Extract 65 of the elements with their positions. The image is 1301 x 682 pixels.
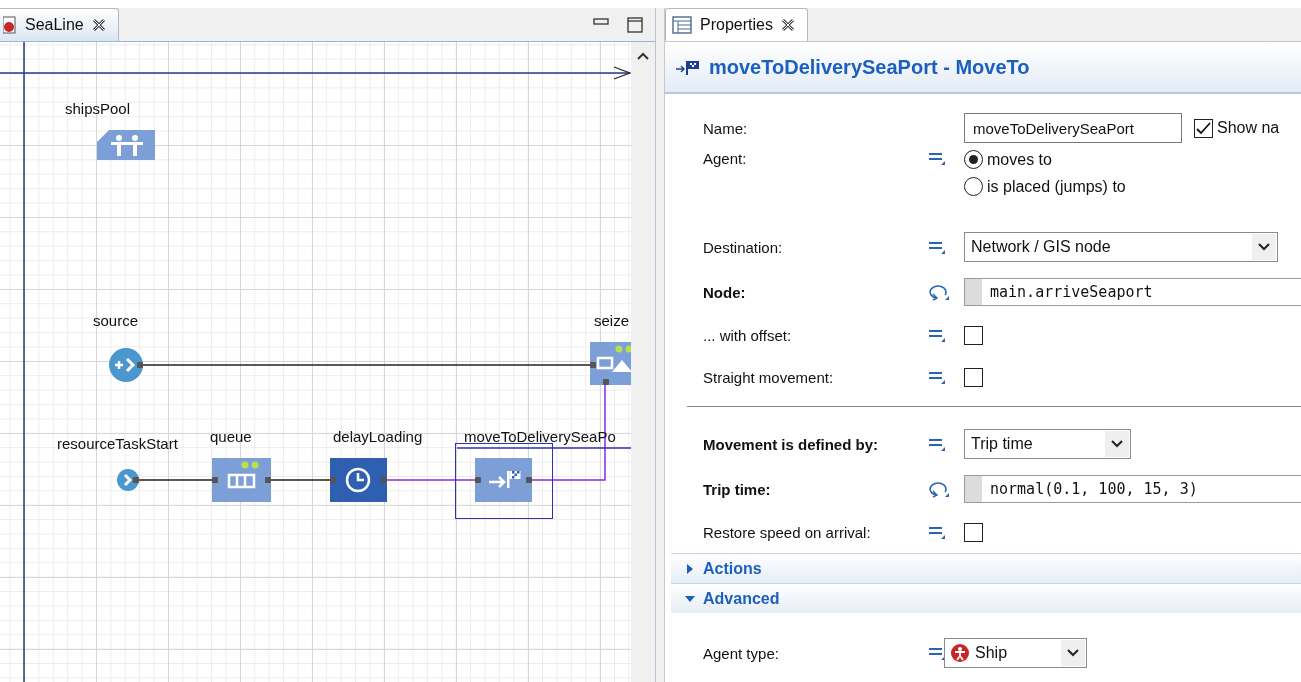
chevron-down-icon xyxy=(1111,440,1123,448)
field-label: Agent type: xyxy=(703,644,780,662)
checkmark-icon xyxy=(1196,121,1211,135)
section-header[interactable]: Advanced xyxy=(671,583,1301,613)
editor-tab[interactable]: SeaLine xyxy=(0,8,119,41)
dropdown[interactable]: Trip time xyxy=(964,429,1131,459)
move-to-block-icon xyxy=(475,458,532,502)
maximize-icon[interactable] xyxy=(627,16,643,33)
field-label: Trip time: xyxy=(703,480,772,498)
code-field[interactable]: normal(0.1, 100, 15, 3) xyxy=(964,475,1301,503)
block-label: source xyxy=(93,312,139,329)
field-label: Agent: xyxy=(703,150,748,167)
code-field[interactable]: main.arriveSeaport xyxy=(964,278,1301,306)
block-label: queue xyxy=(210,428,252,445)
static-value-icon[interactable] xyxy=(928,369,946,385)
dynamic-value-icon[interactable] xyxy=(928,480,950,498)
close-icon[interactable] xyxy=(780,18,795,32)
field-label: Destination: xyxy=(703,238,784,256)
checkbox[interactable] xyxy=(964,367,983,387)
section-header[interactable]: Actions xyxy=(671,553,1301,583)
connector-line xyxy=(270,479,331,481)
dropdown[interactable]: Ship xyxy=(944,638,1087,668)
source-block-icon xyxy=(109,348,143,382)
checkbox[interactable] xyxy=(964,325,983,345)
block-label: delayLoading xyxy=(333,428,423,445)
resource-pool-icon xyxy=(97,130,155,160)
show-name-checkbox[interactable]: Show na xyxy=(1194,118,1280,138)
queue-block-icon xyxy=(212,458,271,502)
checkbox[interactable] xyxy=(964,522,983,542)
block-label: shipsPool xyxy=(65,100,131,117)
dropdown[interactable]: Network / GIS node xyxy=(964,232,1278,262)
static-value-icon[interactable] xyxy=(928,524,946,540)
field-label: Restore speed on arrival: xyxy=(703,523,872,541)
document-icon xyxy=(3,16,17,34)
chevron-down-icon xyxy=(1067,649,1079,657)
chevron-down-icon xyxy=(1258,243,1270,251)
enter-block-icon xyxy=(117,469,139,491)
static-value-icon[interactable] xyxy=(928,150,946,166)
field-label: Movement is defined by: xyxy=(703,435,880,453)
minimize-icon[interactable] xyxy=(593,16,609,27)
table-icon xyxy=(672,16,692,34)
delay-block-icon xyxy=(330,458,387,502)
move-to-icon xyxy=(675,58,701,76)
scroll-up-icon[interactable] xyxy=(637,52,649,60)
field-label: ... with offset: xyxy=(703,326,793,344)
caret-right-icon xyxy=(685,563,695,574)
block-label: resourceTaskStart xyxy=(57,435,178,452)
radio-option[interactable]: moves to xyxy=(964,150,1301,169)
field-label: Straight movement: xyxy=(703,368,835,386)
block-label: seize xyxy=(594,312,630,329)
radio-option[interactable]: is placed (jumps) to xyxy=(964,177,1301,196)
static-value-icon[interactable] xyxy=(928,327,946,343)
caret-down-icon xyxy=(685,593,695,604)
dynamic-value-icon[interactable] xyxy=(928,283,950,301)
static-value-icon[interactable] xyxy=(928,239,946,255)
scrollbar[interactable] xyxy=(631,42,655,682)
field-label: Name: xyxy=(703,119,749,137)
properties-tab[interactable]: Properties xyxy=(665,8,808,41)
static-value-icon[interactable] xyxy=(928,436,946,452)
person-icon xyxy=(951,644,969,662)
properties-title: moveToDeliverySeaPort - MoveTo xyxy=(709,55,1030,79)
name-field[interactable]: moveToDeliverySeaPort xyxy=(964,113,1182,143)
close-icon[interactable] xyxy=(91,18,106,32)
field-label: Node: xyxy=(703,283,747,301)
static-value-icon[interactable] xyxy=(928,645,946,661)
